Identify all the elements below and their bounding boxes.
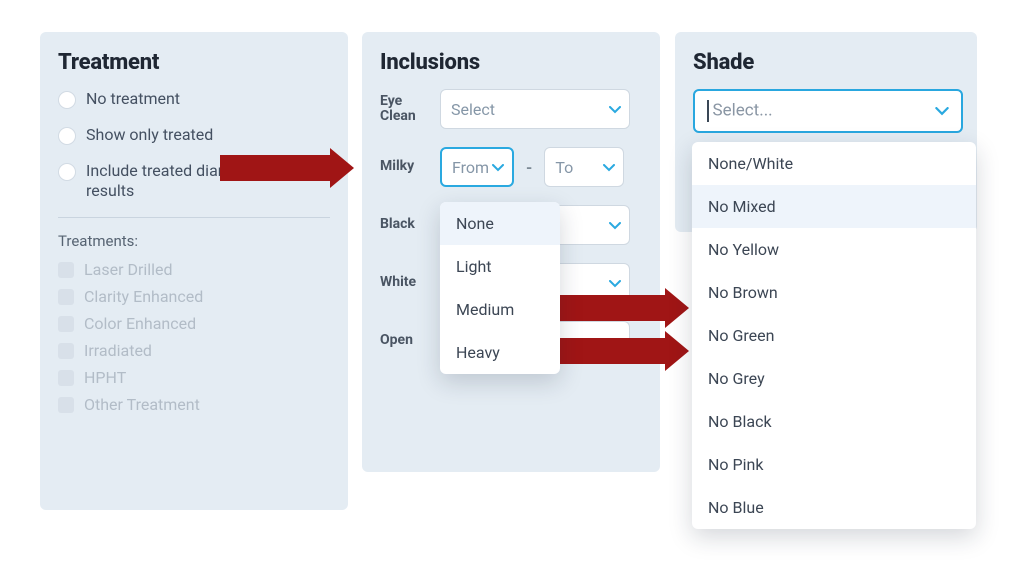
chevron-down-icon (603, 164, 613, 170)
option-no-pink[interactable]: No Pink (692, 443, 976, 486)
option-no-black[interactable]: No Black (692, 400, 976, 443)
option-heavy[interactable]: Heavy (440, 331, 560, 374)
milky-to-select[interactable]: To (544, 147, 624, 187)
radio-show-only-treated[interactable]: Show only treated (58, 125, 330, 145)
row-label: Eye Clean (380, 94, 430, 125)
row-label: Black (380, 217, 430, 232)
check-label: HPHT (84, 368, 126, 387)
check-label: Color Enhanced (84, 314, 196, 333)
row-milky: Milky From - To (380, 147, 642, 187)
radio-label: No treatment (86, 89, 180, 109)
checkbox-icon (58, 397, 74, 413)
eye-clean-select[interactable]: Select (440, 89, 630, 129)
checkbox-icon (58, 289, 74, 305)
milky-options-menu: None Light Medium Heavy (440, 202, 560, 374)
radio-dot-icon (58, 163, 76, 181)
row-label: Open (380, 333, 430, 348)
radio-include-treated[interactable]: Include treated diamonds in results (58, 161, 330, 201)
option-no-yellow[interactable]: No Yellow (692, 228, 976, 271)
treatment-title: Treatment (58, 50, 330, 75)
checkbox-icon (58, 316, 74, 332)
checkbox-icon (58, 262, 74, 278)
chevron-down-icon (609, 106, 619, 112)
check-label: Clarity Enhanced (84, 287, 203, 306)
check-other-treatment[interactable]: Other Treatment (58, 395, 330, 414)
option-no-blue[interactable]: No Blue (692, 486, 976, 529)
radio-dot-icon (58, 91, 76, 109)
inclusions-title: Inclusions (380, 50, 642, 75)
check-color-enhanced[interactable]: Color Enhanced (58, 314, 330, 333)
range-dash: - (524, 158, 534, 177)
shade-options-menu: None/White No Mixed No Yellow No Brown N… (692, 142, 976, 529)
select-placeholder: Select... (707, 100, 773, 122)
treatments-subhead: Treatments: (58, 232, 330, 250)
option-no-grey[interactable]: No Grey (692, 357, 976, 400)
check-laser-drilled[interactable]: Laser Drilled (58, 260, 330, 279)
check-hpht[interactable]: HPHT (58, 368, 330, 387)
option-none-white[interactable]: None/White (692, 142, 976, 185)
option-no-green[interactable]: No Green (692, 314, 976, 357)
chevron-down-icon (609, 280, 619, 286)
option-medium[interactable]: Medium (440, 288, 560, 331)
check-label: Other Treatment (84, 395, 200, 414)
check-label: Laser Drilled (84, 260, 173, 279)
checkbox-icon (58, 370, 74, 386)
radio-no-treatment[interactable]: No treatment (58, 89, 330, 109)
checkbox-icon (58, 343, 74, 359)
chevron-down-icon (609, 222, 619, 228)
treatment-panel: Treatment No treatment Show only treated… (40, 32, 348, 510)
chevron-down-icon (609, 338, 619, 344)
shade-select[interactable]: Select... (693, 89, 963, 133)
option-no-mixed[interactable]: No Mixed (692, 185, 976, 228)
select-value: Select (451, 100, 495, 119)
select-value: To (555, 158, 573, 177)
divider (58, 217, 330, 218)
option-light[interactable]: Light (440, 245, 560, 288)
shade-title: Shade (693, 50, 959, 75)
chevron-down-icon (492, 164, 502, 170)
row-label: White (380, 275, 430, 290)
select-placeholder-text: Select... (713, 100, 773, 120)
option-no-brown[interactable]: No Brown (692, 271, 976, 314)
check-clarity-enhanced[interactable]: Clarity Enhanced (58, 287, 330, 306)
text-cursor-icon (707, 100, 709, 122)
milky-from-select[interactable]: From (440, 147, 514, 187)
radio-dot-icon (58, 127, 76, 145)
check-label: Irradiated (84, 341, 152, 360)
row-eye-clean: Eye Clean Select (380, 89, 642, 129)
radio-label: Show only treated (86, 125, 213, 145)
check-irradiated[interactable]: Irradiated (58, 341, 330, 360)
radio-label: Include treated diamonds in results (86, 161, 330, 201)
select-value: From (452, 158, 489, 177)
chevron-down-icon (935, 107, 949, 116)
option-none[interactable]: None (440, 202, 560, 245)
row-label: Milky (380, 159, 430, 174)
